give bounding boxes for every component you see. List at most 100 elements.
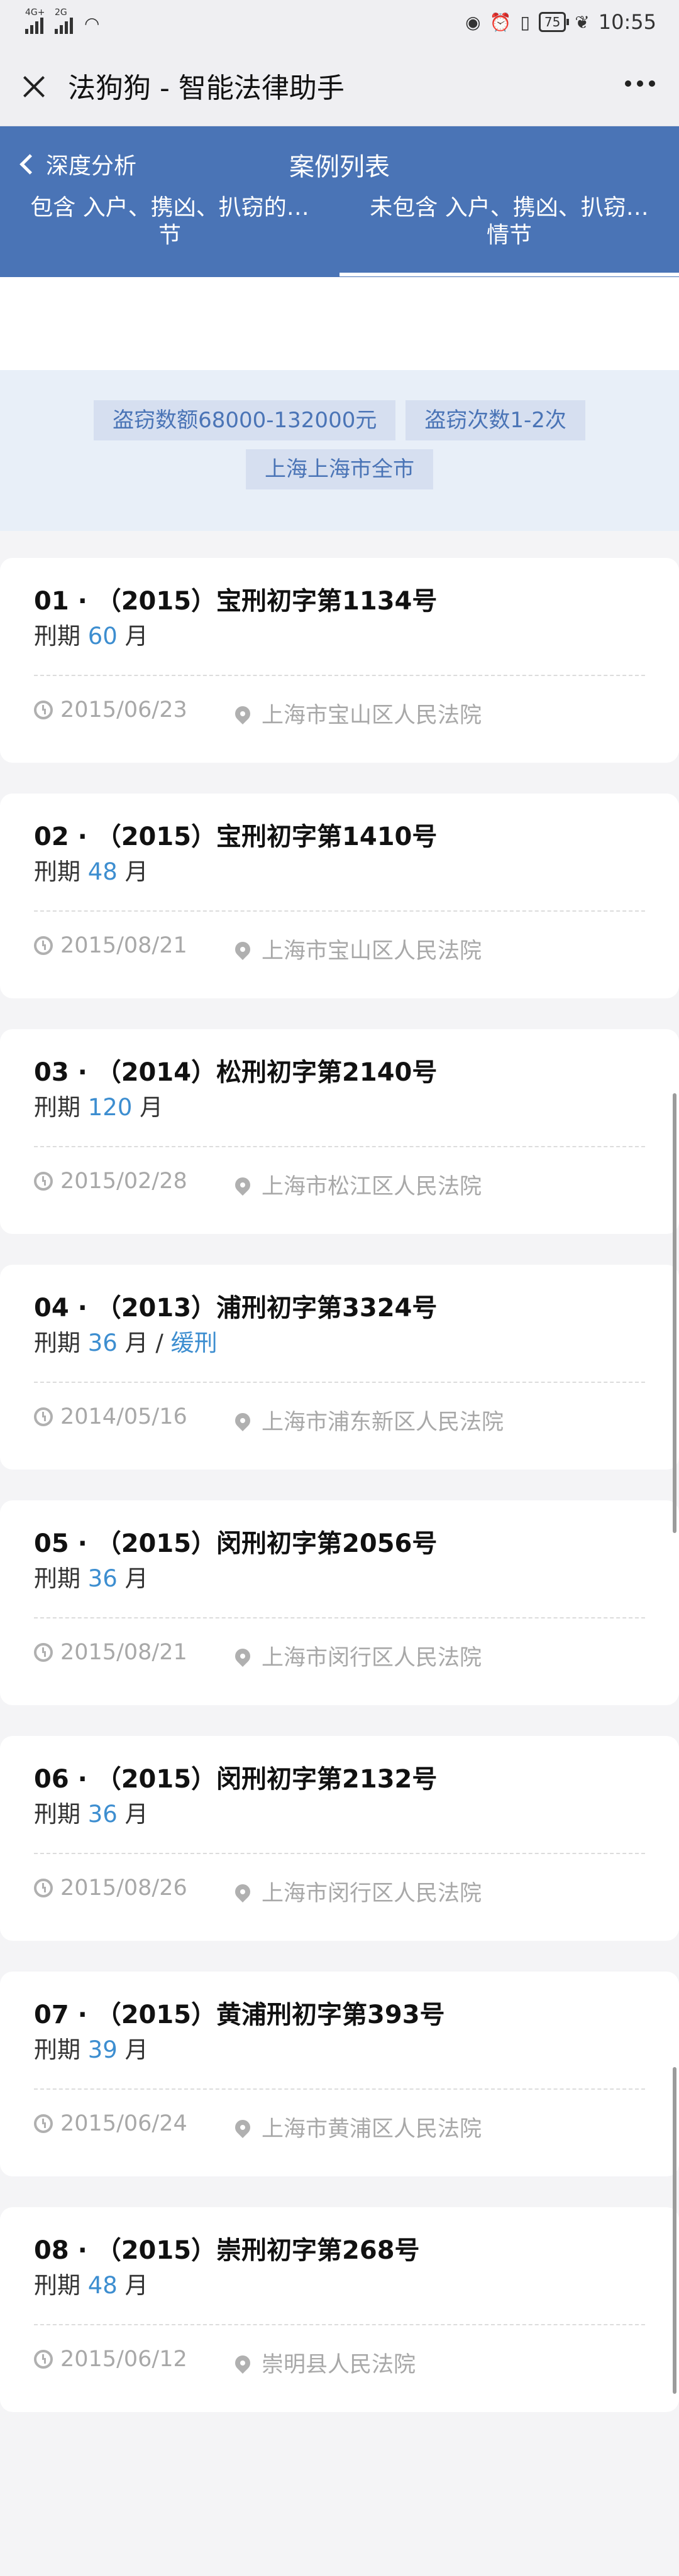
location-pin-icon (232, 1409, 253, 1431)
vibrate-icon: ▯ (520, 11, 530, 33)
date-value: 2015/06/24 (60, 2111, 187, 2136)
location-pin-icon (232, 1174, 253, 1196)
court-name: 上海市宝山区人民法院 (262, 703, 482, 728)
scrollbar[interactable] (673, 1093, 676, 1533)
sentence-months: 36 (87, 1801, 118, 1828)
case-card[interactable]: 08 · （2015）崇刑初字第268号 刑期 48 月 2015/06/12 … (0, 2207, 679, 2412)
case-court: 上海市闵行区人民法院 (232, 1640, 482, 1672)
court-name: 崇明县人民法院 (262, 2352, 416, 2377)
battery-icon: 75 (538, 12, 570, 32)
active-tab-indicator (340, 273, 679, 276)
location-pin-icon (232, 1645, 253, 1667)
sentence-label: 刑期 (34, 2036, 80, 2063)
clock-icon (34, 1407, 53, 1426)
sentence-months: 120 (87, 1094, 133, 1121)
clock-icon (34, 2114, 53, 2133)
clock-icon (34, 2350, 53, 2369)
case-card[interactable]: 01 · （2015）宝刑初字第1134号 刑期 60 月 2015/06/23… (0, 558, 679, 763)
page-title: 案例列表 (289, 153, 390, 182)
network-type-1: 4G+ (25, 8, 45, 18)
clock-icon (34, 1879, 53, 1897)
scrollbar[interactable] (673, 2067, 676, 2394)
case-card[interactable]: 05 · （2015）闵刑初字第2056号 刑期 36 月 2015/08/21… (0, 1500, 679, 1705)
filter-chip-amount[interactable]: 盗窃数额68000-132000元 (94, 400, 396, 440)
case-card[interactable]: 02 · （2015）宝刑初字第1410号 刑期 48 月 2015/08/21… (0, 794, 679, 998)
date-value: 2015/06/23 (60, 697, 187, 723)
divider (34, 1617, 645, 1618)
case-court: 上海市宝山区人民法院 (232, 697, 482, 729)
filter-tags: 盗窃数额68000-132000元 盗窃次数1-2次 上海上海市全市 (0, 370, 679, 531)
app-title: 法狗狗 - 智能法律助手 (68, 72, 345, 104)
date-value: 2015/06/12 (60, 2347, 187, 2372)
case-date: 2015/02/28 (34, 1169, 187, 1194)
sentence-label: 刑期 (34, 858, 80, 885)
case-card[interactable]: 07 · （2015）黄浦刑初字第393号 刑期 39 月 2015/06/24… (0, 1972, 679, 2176)
month-unit: 月 (124, 2036, 148, 2063)
month-unit: 月 (124, 2272, 148, 2299)
case-date: 2014/05/16 (34, 1404, 187, 1429)
sentence-months: 36 (87, 1329, 118, 1356)
sentence-months: 48 (87, 2272, 118, 2299)
case-sentence: 刑期 39 月 (34, 2031, 148, 2065)
case-title: 07 · （2015）黄浦刑初字第393号 (34, 2000, 445, 2029)
wifi-icon: ◠ (84, 13, 100, 34)
month-unit: 月 (124, 1801, 148, 1828)
location-pin-icon (232, 2352, 253, 2374)
more-menu-icon[interactable] (625, 80, 655, 87)
separator: / (155, 1329, 171, 1356)
court-name: 上海市闵行区人民法院 (262, 1881, 482, 1906)
case-sentence: 刑期 120 月 (34, 1088, 163, 1122)
court-name: 上海市松江区人民法院 (262, 1174, 482, 1199)
clock-icon (34, 1172, 53, 1191)
date-value: 2015/02/28 (60, 1169, 187, 1194)
case-title: 08 · （2015）崇刑初字第268号 (34, 2236, 420, 2265)
case-date: 2015/06/23 (34, 697, 187, 723)
sentence-label: 刑期 (34, 1329, 80, 1356)
alarm-icon: ⏰ (489, 11, 512, 33)
tab-include[interactable]: 包含 入户、携凶、扒窃的… 节 (0, 194, 340, 277)
month-unit: 月 (124, 1329, 148, 1356)
tab-include-label-2: 节 (158, 222, 181, 248)
sentence-label: 刑期 (34, 623, 80, 650)
divider (34, 1853, 645, 1854)
divider (34, 1382, 645, 1383)
case-sentence: 刑期 36 月 / 缓刑 (34, 1324, 218, 1358)
case-title: 06 · （2015）闵刑初字第2132号 (34, 1765, 438, 1794)
close-icon[interactable] (19, 72, 49, 102)
sentence-months: 60 (87, 623, 118, 650)
divider (34, 675, 645, 676)
sentence-label: 刑期 (34, 1565, 80, 1592)
case-court: 上海市宝山区人民法院 (232, 933, 482, 965)
sentence-months: 36 (87, 1565, 118, 1592)
case-court: 崇明县人民法院 (232, 2347, 416, 2379)
case-date: 2015/08/21 (34, 1640, 187, 1665)
case-card[interactable]: 06 · （2015）闵刑初字第2132号 刑期 36 月 2015/08/26… (0, 1736, 679, 1941)
divider (34, 1146, 645, 1147)
divider (34, 2088, 645, 2090)
filter-chip-count[interactable]: 盗窃次数1-2次 (406, 400, 585, 440)
tab-exclude[interactable]: 未包含 入户、携凶、扒窃… 情节 (340, 194, 679, 277)
court-name: 上海市宝山区人民法院 (262, 939, 482, 964)
location-pin-icon (232, 1880, 253, 1902)
sentence-label: 刑期 (34, 1801, 80, 1828)
case-sentence: 刑期 36 月 (34, 1795, 148, 1829)
court-name: 上海市闵行区人民法院 (262, 1645, 482, 1671)
sentence-months: 39 (87, 2036, 118, 2063)
case-card[interactable]: 03 · （2014）松刑初字第2140号 刑期 120 月 2015/02/2… (0, 1029, 679, 1234)
case-card[interactable]: 04 · （2013）浦刑初字第3324号 刑期 36 月 / 缓刑 2014/… (0, 1265, 679, 1470)
tab-exclude-label-2: 情节 (486, 222, 532, 248)
suspended-sentence: 缓刑 (170, 1329, 218, 1356)
month-unit: 月 (124, 1565, 148, 1592)
case-sentence: 刑期 48 月 (34, 2266, 148, 2300)
clock-icon (34, 1643, 53, 1662)
tab-include-label: 包含 入户、携凶、扒窃的… (30, 195, 309, 221)
month-unit: 月 (124, 858, 148, 885)
filter-chip-region[interactable]: 上海上海市全市 (246, 449, 433, 489)
signal-icon: 2G (55, 8, 73, 34)
date-value: 2014/05/16 (60, 1404, 187, 1429)
case-sentence: 刑期 36 月 (34, 1559, 148, 1593)
case-court: 上海市闵行区人民法院 (232, 1875, 482, 1907)
case-date: 2015/08/21 (34, 933, 187, 958)
case-title: 01 · （2015）宝刑初字第1134号 (34, 587, 438, 616)
divider (34, 910, 645, 912)
